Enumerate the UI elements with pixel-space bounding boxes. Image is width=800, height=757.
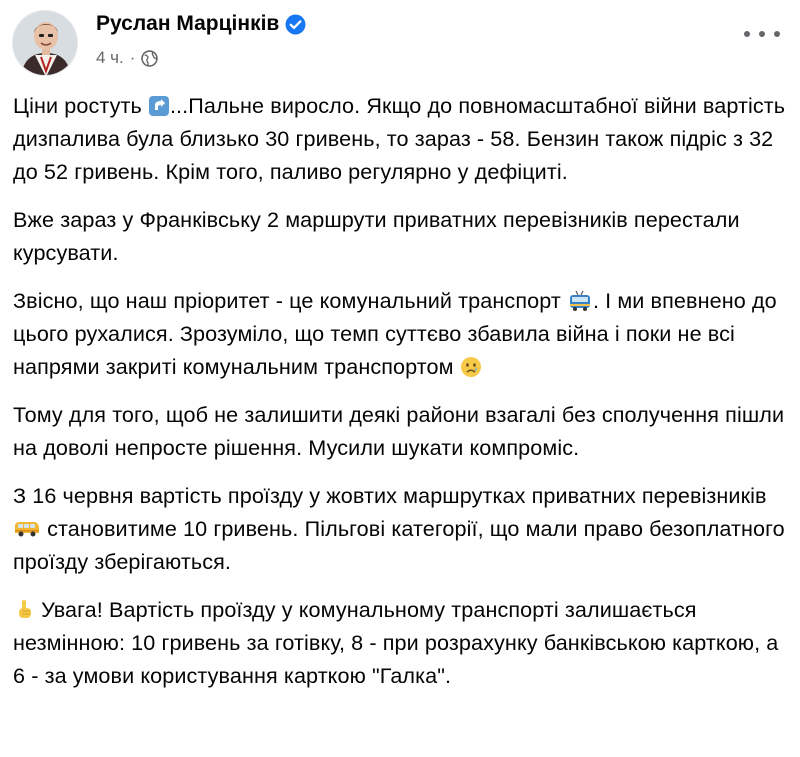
paragraph-text: Тому для того, щоб не залишити деякі рай…: [13, 402, 785, 460]
post-meta: 4 ч. ·: [96, 48, 159, 68]
paragraph-text: Ціни ростуть: [13, 93, 148, 118]
post-paragraph: З 16 червня вартість проїзду у жовтих ма…: [13, 479, 791, 578]
author-name[interactable]: Руслан Марцінків: [96, 12, 279, 36]
post-paragraph: Увага! Вартість проїзду у комунальному т…: [13, 593, 791, 692]
globe-icon: [141, 49, 159, 67]
minibus-icon: [13, 516, 41, 538]
post-paragraph: Вже зараз у Франківську 2 маршрути прива…: [13, 203, 791, 269]
post-time[interactable]: 4 ч.: [96, 48, 124, 68]
post-body: Ціни ростуть ...Пальне виросло. Якщо до …: [13, 89, 791, 707]
paragraph-text: Увага! Вартість проїзду у комунальному т…: [13, 597, 779, 688]
facebook-post: Руслан Марцінків 4 ч. · Ціни ростуть ...…: [0, 0, 800, 757]
verified-badge-icon: [285, 14, 306, 35]
arrow-up-icon: [148, 93, 170, 116]
avatar[interactable]: [12, 10, 78, 76]
trolleybus-icon: [567, 288, 593, 311]
paragraph-text: становитиме 10 гривень. Пільгові категор…: [13, 516, 785, 574]
post-header: Руслан Марцінків 4 ч. ·: [12, 10, 788, 76]
author-name-row: Руслан Марцінків: [96, 12, 306, 36]
more-options-icon[interactable]: [744, 22, 780, 46]
post-paragraph: Звісно, що наш пріоритет - це комунальни…: [13, 284, 791, 383]
paragraph-text: З 16 червня вартість проїзду у жовтих ма…: [13, 483, 767, 508]
post-paragraph: Тому для того, щоб не залишити деякі рай…: [13, 398, 791, 464]
sad-face-icon: [460, 354, 482, 377]
paragraph-text: Вже зараз у Франківську 2 маршрути прива…: [13, 207, 740, 265]
paragraph-text: Звісно, що наш пріоритет - це комунальни…: [13, 288, 567, 313]
pointing-up-icon: [13, 597, 35, 619]
separator-dot: ·: [129, 48, 136, 67]
avatar-image: [13, 11, 77, 75]
post-paragraph: Ціни ростуть ...Пальне виросло. Якщо до …: [13, 89, 791, 188]
